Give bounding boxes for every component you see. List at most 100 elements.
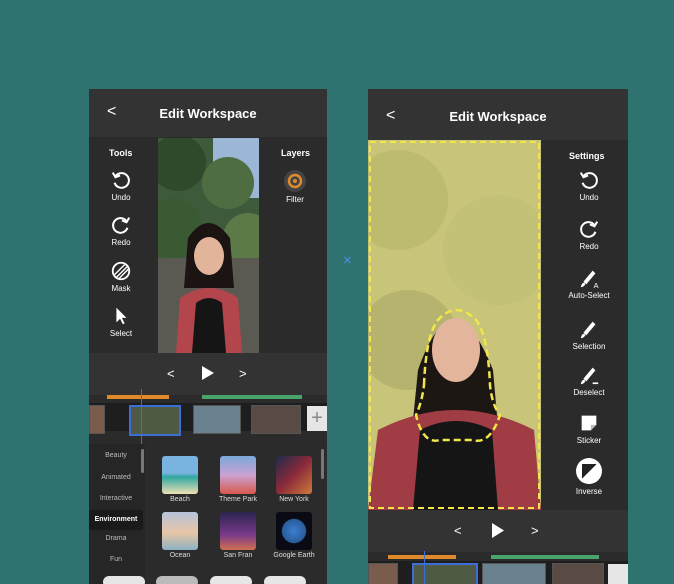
- timeline-orange-track: [107, 395, 169, 399]
- right-phone-screen: < Edit Workspace Settings Undo Redo A Au…: [368, 89, 628, 584]
- filter-tile-san-fran[interactable]: [220, 512, 256, 550]
- prev-button[interactable]: <: [167, 366, 175, 381]
- mask-button[interactable]: Mask: [106, 260, 136, 293]
- deselect-brush-icon: [580, 367, 599, 385]
- inverse-button[interactable]: Inverse: [568, 457, 610, 496]
- undo-button[interactable]: Undo: [106, 169, 136, 202]
- mask-icon: [111, 261, 131, 281]
- sticker-button[interactable]: Sticker: [568, 412, 610, 445]
- redo-label: Redo: [111, 238, 131, 247]
- filter-layer-button[interactable]: Filter: [279, 169, 311, 204]
- auto-select-button[interactable]: A Auto-Select: [560, 267, 618, 300]
- undo-icon: [579, 172, 598, 189]
- bottom-pill-button[interactable]: [210, 576, 252, 584]
- clip-thumbnail[interactable]: [552, 563, 604, 584]
- category-scrollbar[interactable]: [141, 449, 144, 473]
- tools-header: Tools: [109, 148, 133, 158]
- prev-button[interactable]: <: [454, 523, 462, 538]
- filter-label: Theme Park: [218, 496, 258, 503]
- portrait-image: [368, 140, 541, 510]
- clip-thumbnail[interactable]: [193, 405, 241, 434]
- deselect-label: Deselect: [573, 388, 605, 397]
- workspace-photo[interactable]: [368, 140, 541, 510]
- timeline-orange-track: [388, 555, 456, 559]
- top-bar: < Edit Workspace: [89, 89, 327, 137]
- play-icon[interactable]: [201, 365, 215, 381]
- filter-label: San Fran: [223, 552, 253, 559]
- close-icon[interactable]: ×: [343, 252, 352, 269]
- next-button[interactable]: >: [531, 523, 539, 538]
- undo-button[interactable]: Undo: [568, 169, 610, 202]
- play-icon[interactable]: [491, 522, 505, 539]
- select-label: Select: [109, 329, 133, 338]
- sticker-label: Sticker: [576, 436, 602, 445]
- clip-thumbnail[interactable]: [482, 563, 546, 584]
- redo-label: Redo: [579, 242, 599, 251]
- clip-thumbnail[interactable]: [368, 563, 398, 584]
- redo-button[interactable]: Redo: [106, 214, 136, 247]
- filter-label: Beach: [170, 496, 190, 503]
- bottom-pill-button[interactable]: [156, 576, 198, 584]
- category-item-selected[interactable]: Environment: [89, 510, 143, 530]
- workspace-photo[interactable]: [158, 138, 259, 353]
- redo-button[interactable]: Redo: [568, 218, 610, 251]
- category-item[interactable]: Animated: [89, 474, 143, 481]
- inverse-icon: [576, 458, 602, 484]
- auto-select-label: Auto-Select: [568, 291, 610, 300]
- deselect-button[interactable]: Deselect: [564, 364, 614, 397]
- playhead[interactable]: [424, 551, 425, 584]
- bottom-pill-button[interactable]: [103, 576, 145, 584]
- clip-thumbnail[interactable]: [251, 405, 301, 434]
- timeline-green-track: [202, 395, 302, 399]
- top-bar: < Edit Workspace: [368, 89, 628, 140]
- filter-label: Filter: [286, 195, 304, 204]
- undo-icon: [111, 172, 130, 189]
- filter-tile-theme-park[interactable]: [220, 456, 256, 494]
- clip-thumbnail[interactable]: [89, 405, 105, 434]
- filter-tile-beach[interactable]: [162, 456, 198, 494]
- next-button[interactable]: >: [239, 366, 247, 381]
- timeline-green-track: [491, 555, 599, 559]
- category-list: Beauty Animated Interactive Environment …: [89, 444, 145, 584]
- filter-tile-ocean[interactable]: [162, 512, 198, 550]
- settings-header: Settings: [569, 151, 605, 161]
- redo-icon: [112, 217, 131, 234]
- filter-tile-new-york[interactable]: [276, 456, 312, 494]
- clip-thumbnail-selected[interactable]: [129, 405, 181, 436]
- filmstrip[interactable]: +: [89, 403, 327, 436]
- category-item[interactable]: Drama: [89, 535, 143, 542]
- portrait-image: [158, 138, 259, 353]
- page-title: Edit Workspace: [159, 106, 257, 121]
- add-clip-button[interactable]: [608, 564, 628, 584]
- category-item[interactable]: Interactive: [89, 495, 143, 502]
- page-title: Edit Workspace: [449, 109, 547, 124]
- left-phone-screen: < Edit Workspace Tools Undo Redo Mask Se…: [89, 89, 327, 584]
- playback-bar: < >: [368, 510, 628, 552]
- add-clip-button[interactable]: +: [307, 406, 327, 431]
- layers-header: Layers: [281, 148, 311, 158]
- undo-label: Undo: [579, 193, 599, 202]
- bottom-pill-button[interactable]: [264, 576, 306, 584]
- brush-icon: [580, 321, 596, 339]
- category-item[interactable]: Beauty: [89, 452, 143, 459]
- filmstrip[interactable]: [368, 561, 628, 584]
- selection-label: Selection: [572, 342, 606, 351]
- category-item[interactable]: Fun: [89, 556, 143, 563]
- svg-text:A: A: [594, 281, 599, 289]
- filter-icon: [284, 170, 306, 192]
- auto-select-brush-icon: A: [580, 270, 599, 289]
- redo-icon: [580, 221, 599, 238]
- mask-label: Mask: [111, 284, 131, 293]
- filter-scrollbar[interactable]: [321, 449, 324, 479]
- filter-label: Ocean: [169, 552, 191, 559]
- select-button[interactable]: Select: [106, 305, 136, 338]
- filter-label: New York: [279, 496, 309, 503]
- sticker-icon: [581, 415, 597, 431]
- selection-button[interactable]: Selection: [564, 318, 614, 351]
- filter-tile-google-earth[interactable]: [276, 512, 312, 550]
- playback-bar: < >: [89, 353, 327, 395]
- inverse-label: Inverse: [575, 487, 603, 496]
- undo-label: Undo: [111, 193, 131, 202]
- cursor-icon: [116, 307, 127, 325]
- clip-thumbnail-selected[interactable]: [412, 563, 478, 584]
